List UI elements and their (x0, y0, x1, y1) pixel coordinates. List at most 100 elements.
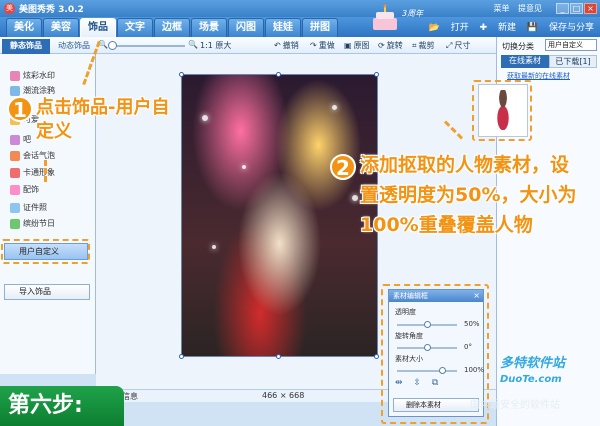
import-accessory-button[interactable]: 导入饰品 (4, 284, 90, 300)
close-icon[interactable]: × (584, 3, 597, 14)
category-item[interactable]: 炫彩水印 (10, 70, 55, 81)
id-photo-icon (10, 202, 20, 213)
light-spot (242, 165, 246, 169)
tab-text[interactable]: 文字 (117, 18, 153, 37)
image-icon: ▣ (344, 41, 352, 50)
festival-icon (10, 218, 20, 229)
open-button[interactable]: 📂 打开 (429, 23, 469, 33)
tab-beautify[interactable]: 美化 (6, 18, 42, 37)
undo-icon: ↶ (274, 41, 281, 50)
step1-annotation: 点击饰品-用户自定义 (36, 97, 170, 142)
tab-accessories[interactable]: 饰品 (80, 18, 116, 37)
resize-handle[interactable] (276, 354, 281, 359)
resize-icon: ⤢ (446, 41, 453, 50)
rotate-button[interactable]: ⟳ 旋转 (378, 40, 403, 51)
new-button[interactable]: ✚ 新建 (480, 23, 516, 33)
tab-doll[interactable]: 娃娃 (265, 18, 301, 37)
category-user-defined[interactable]: 用户自定义 (4, 243, 88, 260)
category-item[interactable]: 会话气泡 (10, 150, 55, 161)
rotation-label: 旋转角度 (395, 332, 423, 340)
app-logo-icon: 美 (4, 3, 15, 14)
right-tools: 📂 打开 ✚ 新建 💾 保存与分享 (421, 20, 594, 33)
watermark-slogan: 国内最安全的软件站 (470, 400, 560, 411)
tab-animated-accessories[interactable]: 动态饰品 (50, 39, 98, 54)
close-icon[interactable]: × (473, 290, 480, 302)
rotation-knob[interactable] (423, 344, 431, 351)
transparency-knob[interactable] (423, 321, 431, 328)
tab-scene[interactable]: 场景 (191, 18, 227, 37)
category-item[interactable]: 潮流涂鸦 (10, 85, 55, 96)
size-knob[interactable] (438, 367, 446, 374)
size-label: 素材大小 (395, 355, 423, 363)
cartoon-icon (10, 167, 20, 178)
material-edit-title: 素材编辑框 (389, 290, 483, 302)
category-item[interactable]: 缤纷节日 (10, 218, 55, 229)
step2-annotation: 添加抠取的人物素材，设置透明度为50%，大小为100%重叠覆盖人物 (360, 154, 577, 236)
delete-material-button[interactable]: 删除本素材 (393, 398, 479, 412)
tab-beauty[interactable]: 美容 (43, 18, 79, 37)
size-button[interactable]: ⤢ 尺寸 (446, 40, 470, 51)
crop-button[interactable]: ⌗ 裁剪 (412, 40, 435, 51)
crop-icon: ⌗ (412, 41, 417, 50)
save-share-button[interactable]: 💾 保存与分享 (527, 23, 594, 33)
light-spot (212, 245, 216, 249)
anniversary-badge: 3周年 (402, 9, 424, 18)
category-select[interactable]: 用户自定义 (545, 39, 597, 51)
photo[interactable] (181, 74, 378, 357)
transparency-value: 50% (464, 320, 480, 328)
title-bar: 美 美图秀秀 3.0.2 菜单 提意见 _ □ × (0, 0, 600, 17)
cake-icon (373, 4, 397, 30)
feedback-link[interactable]: 提意见 (518, 4, 542, 13)
transparency-label: 透明度 (395, 308, 416, 316)
redo-icon: ↷ (310, 41, 317, 50)
app-title: 美图秀秀 3.0.2 (19, 5, 84, 15)
category-item[interactable]: 配饰 (10, 184, 39, 195)
speech-bubble-icon (10, 150, 20, 161)
rotate-icon: ⟳ (378, 41, 385, 50)
menu-link[interactable]: 菜单 (493, 4, 509, 13)
tab-downloaded-materials[interactable]: 已下载[1] (549, 55, 597, 68)
watermark-logo: 多特软件站 DuoTe.com (500, 356, 566, 385)
flip-horizontal-icon[interactable]: ⇹ (395, 378, 403, 388)
rotation-value: 0° (464, 343, 472, 351)
tab-static-accessories[interactable]: 静态饰品 (2, 39, 50, 54)
layer-icon[interactable]: ⧉ (432, 378, 438, 388)
resize-handle[interactable] (179, 354, 184, 359)
material-tabs: 在线素材 已下载[1] (501, 55, 597, 68)
size-slider[interactable] (397, 370, 457, 372)
zoom-in-icon[interactable]: 🔍 (188, 40, 198, 49)
zoom-slider-knob[interactable] (108, 41, 117, 50)
resize-handle[interactable] (179, 72, 184, 77)
tab-collage[interactable]: 拼图 (302, 18, 338, 37)
category-switch-label: 切换分类 (502, 42, 534, 51)
person-thumbnail-image (490, 90, 516, 130)
step-label: 第六步: (0, 386, 124, 426)
resize-handle[interactable] (374, 354, 379, 359)
category-icon (10, 134, 20, 145)
redo-button[interactable]: ↷ 重做 (310, 40, 335, 51)
tab-online-materials[interactable]: 在线素材 (501, 55, 549, 68)
maximize-icon[interactable]: □ (570, 3, 583, 14)
image-dimensions: 466 × 668 (262, 391, 305, 400)
light-spot (352, 195, 358, 201)
actual-size-button[interactable]: 1:1 原大 (200, 40, 231, 51)
step1-number: 1 (7, 96, 33, 122)
resize-handle[interactable] (276, 72, 281, 77)
original-button[interactable]: ▣ 原图 (344, 40, 370, 51)
resize-handle[interactable] (374, 72, 379, 77)
minimize-icon[interactable]: _ (556, 3, 569, 14)
category-item[interactable]: 证件照 (10, 202, 47, 213)
category-item[interactable]: 吧 (10, 134, 31, 145)
tab-flash[interactable]: 闪图 (228, 18, 264, 37)
accessory-icon (10, 184, 20, 195)
material-thumbnail[interactable] (478, 84, 528, 137)
arrow-to-user-defined (44, 160, 47, 182)
undo-button[interactable]: ↶ 撤销 (274, 40, 299, 51)
category-item[interactable]: 卡通形象 (10, 167, 55, 178)
material-transform-icons: ⇹ ⇳ ⧉ (395, 378, 446, 388)
light-spot (202, 115, 208, 121)
tab-border[interactable]: 边框 (154, 18, 190, 37)
zoom-slider-track[interactable] (110, 45, 185, 47)
doodle-icon (10, 85, 20, 96)
flip-vertical-icon[interactable]: ⇳ (413, 378, 421, 388)
